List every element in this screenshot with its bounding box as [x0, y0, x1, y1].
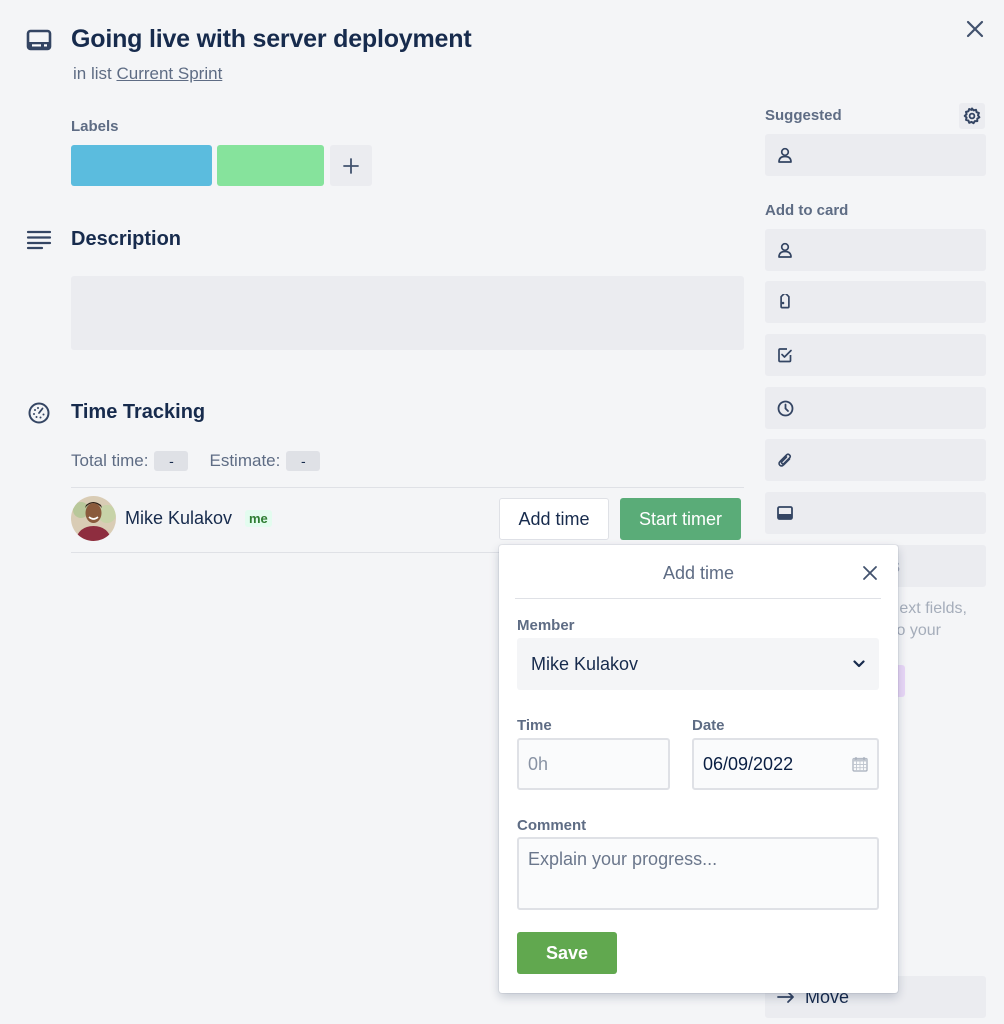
labels-heading: Labels [71, 118, 119, 135]
member-select-value: Mike Kulakov [531, 653, 639, 674]
comment-input[interactable] [517, 837, 879, 910]
me-badge: me [245, 510, 272, 527]
description-heading: Description [71, 228, 182, 250]
close-icon[interactable] [859, 562, 881, 584]
sidebar-item-dates[interactable] [765, 387, 986, 429]
member-label: Member [517, 617, 575, 634]
add-time-button[interactable]: Add time [499, 498, 609, 540]
date-label: Date [692, 717, 725, 734]
estimate-label: Estimate: [209, 451, 281, 470]
close-icon[interactable] [962, 16, 988, 42]
checklist-icon [777, 347, 793, 363]
member-select[interactable]: Mike Kulakov [517, 638, 879, 690]
divider [515, 598, 881, 599]
suggested-heading: Suggested [765, 107, 842, 124]
time-label: Time [517, 717, 552, 734]
add-to-card-heading: Add to card [765, 202, 849, 219]
date-input[interactable]: 06/09/2022 [692, 738, 879, 790]
suggested-settings-button[interactable] [959, 103, 985, 129]
sidebar-item-attachment[interactable] [765, 439, 986, 481]
divider [71, 487, 744, 488]
gear-icon [963, 107, 981, 125]
member-name: Mike Kulakov [125, 508, 233, 528]
sidebar-item-members[interactable] [765, 229, 986, 271]
save-button[interactable]: Save [517, 932, 617, 974]
cover-icon [777, 506, 793, 520]
add-time-popover: Add time Member Mike Kulakov Time Date 0… [499, 545, 898, 993]
list-breadcrumb: in list Current Sprint [73, 64, 222, 84]
time-tracking-heading: Time Tracking [71, 401, 206, 423]
sidebar-item-cover[interactable] [765, 492, 986, 534]
stopwatch-dial-icon [27, 401, 51, 425]
list-prefix: in list [73, 64, 112, 83]
avatar [71, 496, 116, 541]
total-time-value: - [154, 451, 189, 471]
paperclip-icon [777, 452, 793, 468]
description-input[interactable] [71, 276, 744, 350]
popover-title: Add time [662, 563, 735, 583]
label-tag-icon [777, 294, 793, 310]
description-lines-icon [26, 229, 52, 251]
card-title[interactable]: Going live with server deployment [71, 25, 472, 54]
label-chip-blue[interactable] [71, 145, 212, 186]
estimate-value[interactable]: - [286, 451, 321, 471]
add-label-button[interactable] [330, 145, 372, 186]
date-value: 06/09/2022 [703, 753, 794, 774]
sidebar-item-labels[interactable] [765, 281, 986, 323]
sidebar-item-checklist[interactable] [765, 334, 986, 376]
suggested-join-button[interactable] [765, 134, 986, 176]
comment-label: Comment [517, 817, 587, 834]
time-input[interactable] [517, 738, 670, 790]
plus-icon [342, 157, 360, 175]
list-link[interactable]: Current Sprint [116, 64, 222, 83]
calendar-icon[interactable] [852, 756, 868, 772]
card-icon [26, 28, 52, 52]
divider [71, 552, 499, 553]
time-summary: Total time: - Estimate: - [71, 451, 321, 471]
chevron-down-icon [853, 660, 865, 668]
label-chip-green[interactable] [217, 145, 324, 186]
clock-icon [777, 400, 794, 417]
start-timer-button[interactable]: Start timer [620, 498, 741, 540]
member-icon [777, 147, 793, 163]
total-time-label: Total time: [71, 451, 149, 470]
member-icon [777, 242, 793, 258]
